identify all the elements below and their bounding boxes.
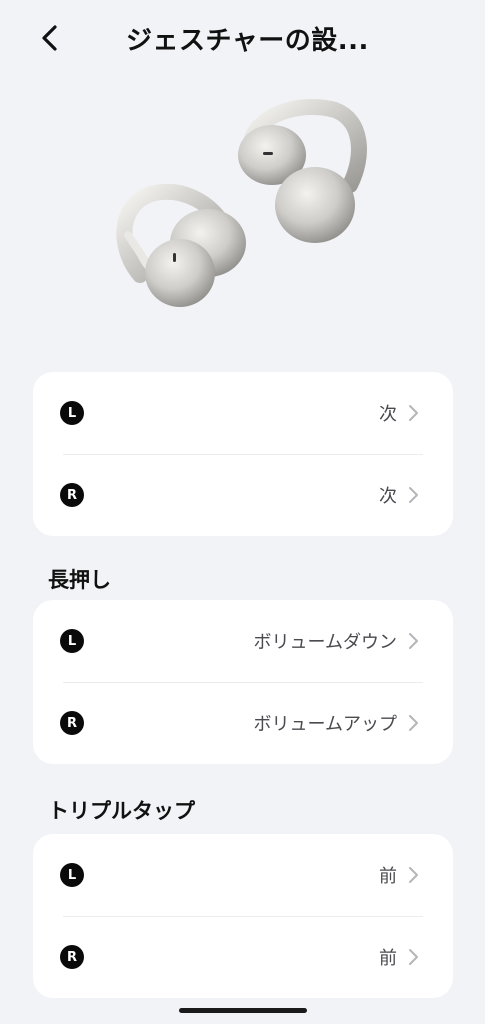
left-badge: L bbox=[60, 401, 84, 425]
gesture-row-right[interactable]: R 前 bbox=[33, 916, 453, 998]
gesture-value: 前 bbox=[379, 866, 397, 887]
gesture-value: 前 bbox=[379, 948, 397, 969]
gesture-card-long-press: L ボリュームダウン R ボリュームアップ bbox=[33, 600, 453, 764]
left-badge: L bbox=[60, 863, 84, 887]
back-button[interactable] bbox=[30, 18, 70, 58]
gesture-value: 次 bbox=[379, 404, 397, 425]
chevron-right-icon bbox=[406, 712, 420, 734]
gesture-value: ボリュームダウン bbox=[253, 632, 397, 653]
section-title-long-press: 長押し bbox=[48, 568, 111, 592]
gesture-row-left[interactable]: L ボリュームダウン bbox=[33, 600, 453, 682]
right-badge: R bbox=[60, 483, 84, 507]
right-badge: R bbox=[60, 945, 84, 969]
left-badge: L bbox=[60, 629, 84, 653]
chevron-right-icon bbox=[406, 484, 420, 506]
section-title-triple-tap: トリプルタップ bbox=[48, 799, 195, 823]
gesture-value: 次 bbox=[379, 486, 397, 507]
gesture-row-right[interactable]: R ボリュームアップ bbox=[33, 682, 453, 764]
gesture-card-triple-tap: L 前 R 前 bbox=[33, 834, 453, 998]
chevron-right-icon bbox=[406, 946, 420, 968]
home-indicator bbox=[179, 1008, 307, 1013]
gesture-card-double-tap: L 次 R 次 bbox=[33, 372, 453, 536]
chevron-left-icon bbox=[42, 25, 57, 51]
chevron-right-icon bbox=[406, 402, 420, 424]
gesture-row-left[interactable]: L 次 bbox=[33, 372, 453, 454]
chevron-right-icon bbox=[406, 864, 420, 886]
gesture-row-left[interactable]: L 前 bbox=[33, 834, 453, 916]
chevron-right-icon bbox=[406, 630, 420, 652]
gesture-row-right[interactable]: R 次 bbox=[33, 454, 453, 536]
page-title: ジェスチャーの設... bbox=[126, 26, 369, 56]
header: ジェスチャーの設... bbox=[0, 0, 485, 80]
gesture-value: ボリュームアップ bbox=[253, 714, 397, 735]
earbuds-image bbox=[116, 99, 367, 307]
right-badge: R bbox=[60, 711, 84, 735]
